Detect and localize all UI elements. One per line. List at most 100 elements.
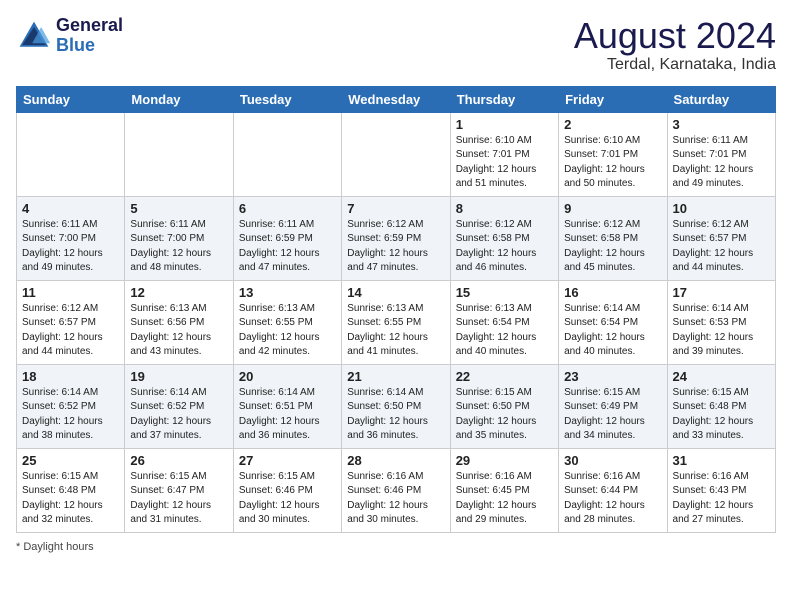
- calendar-cell: 26Sunrise: 6:15 AM Sunset: 6:47 PM Dayli…: [125, 448, 233, 532]
- day-number: 12: [130, 285, 227, 300]
- day-number: 2: [564, 117, 661, 132]
- calendar-cell: 11 Sunrise: 6:12 AM Sunset: 6:57 PM Dayli…: [17, 280, 125, 364]
- calendar-cell: 28 Sunrise: 6:16 AM Sunset: 6:46 PM Dayli…: [342, 448, 450, 532]
- day-number: 18: [22, 369, 119, 384]
- weekday-header: Saturday: [667, 86, 775, 112]
- day-number: 8: [456, 201, 553, 216]
- day-content: Sunrise: 6:14 AM Sunset: 6:52 PM Dayligh…: [130, 386, 227, 444]
- calendar-cell: [233, 112, 341, 196]
- day-content: Sunrise: 6:16 AM Sunset: 6:45 PM Dayligh…: [456, 470, 553, 528]
- calendar-cell: 27 Sunrise: 6:15 AM Sunset: 6:46 PM Dayli…: [233, 448, 341, 532]
- day-content: Sunrise: 6:14 AM Sunset: 6:53 PM Dayligh…: [673, 302, 770, 360]
- day-number: 13: [239, 285, 336, 300]
- day-content: Sunrise: 6:13 AM Sunset: 6:55 PM Dayligh…: [239, 302, 336, 360]
- day-number: 11: [22, 285, 119, 300]
- calendar-cell: 31Sunrise: 6:16 AM Sunset: 6:43 PM Dayli…: [667, 448, 775, 532]
- day-number: 24: [673, 369, 770, 384]
- day-number: 9: [564, 201, 661, 216]
- day-number: 7: [347, 201, 444, 216]
- logo-line1: General: [56, 16, 123, 36]
- day-number: 26: [130, 453, 227, 468]
- calendar-cell: 12Sunrise: 6:13 AM Sunset: 6:56 PM Dayli…: [125, 280, 233, 364]
- day-number: 4: [22, 201, 119, 216]
- day-content: Sunrise: 6:16 AM Sunset: 6:44 PM Dayligh…: [564, 470, 661, 528]
- weekday-header: Sunday: [17, 86, 125, 112]
- day-content: Sunrise: 6:15 AM Sunset: 6:50 PM Dayligh…: [456, 386, 553, 444]
- day-number: 31: [673, 453, 770, 468]
- calendar-cell: 16 Sunrise: 6:14 AM Sunset: 6:54 PM Dayli…: [559, 280, 667, 364]
- day-number: 14: [347, 285, 444, 300]
- day-number: 3: [673, 117, 770, 132]
- calendar-cell: 8 Sunrise: 6:12 AM Sunset: 6:58 PM Daylig…: [450, 196, 558, 280]
- weekday-header: Thursday: [450, 86, 558, 112]
- day-number: 5: [130, 201, 227, 216]
- title-block: August 2024 Terdal, Karnataka, India: [574, 16, 776, 74]
- day-content: Sunrise: 6:15 AM Sunset: 6:49 PM Dayligh…: [564, 386, 661, 444]
- day-content: Sunrise: 6:10 AM Sunset: 7:01 PM Dayligh…: [564, 134, 661, 192]
- day-content: Sunrise: 6:12 AM Sunset: 6:57 PM Dayligh…: [22, 302, 119, 360]
- day-content: Sunrise: 6:14 AM Sunset: 6:54 PM Dayligh…: [564, 302, 661, 360]
- calendar-cell: 19 Sunrise: 6:14 AM Sunset: 6:52 PM Dayli…: [125, 364, 233, 448]
- day-number: 28: [347, 453, 444, 468]
- day-number: 1: [456, 117, 553, 132]
- day-number: 16: [564, 285, 661, 300]
- day-content: Sunrise: 6:12 AM Sunset: 6:57 PM Dayligh…: [673, 218, 770, 276]
- calendar-cell: 4Sunrise: 6:11 AM Sunset: 7:00 PM Daylig…: [17, 196, 125, 280]
- day-number: 21: [347, 369, 444, 384]
- day-number: 10: [673, 201, 770, 216]
- calendar-cell: 5 Sunrise: 6:11 AM Sunset: 7:00 PM Daylig…: [125, 196, 233, 280]
- weekday-header: Wednesday: [342, 86, 450, 112]
- calendar-cell: [125, 112, 233, 196]
- calendar-cell: [17, 112, 125, 196]
- calendar-cell: 3Sunrise: 6:11 AM Sunset: 7:01 PM Daylig…: [667, 112, 775, 196]
- day-content: Sunrise: 6:10 AM Sunset: 7:01 PM Dayligh…: [456, 134, 553, 192]
- calendar-cell: 24 Sunrise: 6:15 AM Sunset: 6:48 PM Dayli…: [667, 364, 775, 448]
- day-content: Sunrise: 6:12 AM Sunset: 6:58 PM Dayligh…: [456, 218, 553, 276]
- calendar-cell: 2 Sunrise: 6:10 AM Sunset: 7:01 PM Daylig…: [559, 112, 667, 196]
- day-content: Sunrise: 6:13 AM Sunset: 6:54 PM Dayligh…: [456, 302, 553, 360]
- calendar-cell: 29 Sunrise: 6:16 AM Sunset: 6:45 PM Dayli…: [450, 448, 558, 532]
- day-content: Sunrise: 6:14 AM Sunset: 6:52 PM Dayligh…: [22, 386, 119, 444]
- logo-text: General Blue: [56, 16, 123, 56]
- day-content: Sunrise: 6:15 AM Sunset: 6:46 PM Dayligh…: [239, 470, 336, 528]
- day-number: 29: [456, 453, 553, 468]
- day-content: Sunrise: 6:13 AM Sunset: 6:55 PM Dayligh…: [347, 302, 444, 360]
- calendar-cell: 21 Sunrise: 6:14 AM Sunset: 6:50 PM Dayli…: [342, 364, 450, 448]
- calendar-cell: [342, 112, 450, 196]
- day-content: Sunrise: 6:12 AM Sunset: 6:58 PM Dayligh…: [564, 218, 661, 276]
- day-content: Sunrise: 6:11 AM Sunset: 7:00 PM Dayligh…: [130, 218, 227, 276]
- logo: General Blue: [16, 16, 123, 56]
- calendar-cell: 13 Sunrise: 6:13 AM Sunset: 6:55 PM Dayli…: [233, 280, 341, 364]
- day-number: 17: [673, 285, 770, 300]
- calendar-cell: 20Sunrise: 6:14 AM Sunset: 6:51 PM Dayli…: [233, 364, 341, 448]
- day-number: 25: [22, 453, 119, 468]
- location: Terdal, Karnataka, India: [574, 56, 776, 74]
- calendar-cell: 30 Sunrise: 6:16 AM Sunset: 6:44 PM Dayli…: [559, 448, 667, 532]
- day-content: Sunrise: 6:14 AM Sunset: 6:51 PM Dayligh…: [239, 386, 336, 444]
- calendar-cell: 6Sunrise: 6:11 AM Sunset: 6:59 PM Daylig…: [233, 196, 341, 280]
- day-number: 19: [130, 369, 227, 384]
- calendar-cell: 23Sunrise: 6:15 AM Sunset: 6:49 PM Dayli…: [559, 364, 667, 448]
- calendar-cell: 14 Sunrise: 6:13 AM Sunset: 6:55 PM Dayli…: [342, 280, 450, 364]
- day-content: Sunrise: 6:16 AM Sunset: 6:46 PM Dayligh…: [347, 470, 444, 528]
- day-number: 30: [564, 453, 661, 468]
- calendar-cell: 9 Sunrise: 6:12 AM Sunset: 6:58 PM Daylig…: [559, 196, 667, 280]
- day-content: Sunrise: 6:14 AM Sunset: 6:50 PM Dayligh…: [347, 386, 444, 444]
- weekday-header: Tuesday: [233, 86, 341, 112]
- day-content: Sunrise: 6:12 AM Sunset: 6:59 PM Dayligh…: [347, 218, 444, 276]
- calendar-cell: 1 Sunrise: 6:10 AM Sunset: 7:01 PM Daylig…: [450, 112, 558, 196]
- calendar-cell: 7 Sunrise: 6:12 AM Sunset: 6:59 PM Daylig…: [342, 196, 450, 280]
- logo-line2: Blue: [56, 35, 95, 55]
- day-number: 27: [239, 453, 336, 468]
- day-number: 15: [456, 285, 553, 300]
- calendar-cell: 25 Sunrise: 6:15 AM Sunset: 6:48 PM Dayli…: [17, 448, 125, 532]
- day-content: Sunrise: 6:15 AM Sunset: 6:48 PM Dayligh…: [673, 386, 770, 444]
- calendar-cell: 10 Sunrise: 6:12 AM Sunset: 6:57 PM Dayli…: [667, 196, 775, 280]
- month-title: August 2024: [574, 16, 776, 56]
- page-header: General Blue August 2024 Terdal, Karnata…: [16, 16, 776, 74]
- calendar-cell: 18 Sunrise: 6:14 AM Sunset: 6:52 PM Dayli…: [17, 364, 125, 448]
- day-content: Sunrise: 6:15 AM Sunset: 6:48 PM Dayligh…: [22, 470, 119, 528]
- calendar-cell: 15 Sunrise: 6:13 AM Sunset: 6:54 PM Dayli…: [450, 280, 558, 364]
- day-number: 22: [456, 369, 553, 384]
- calendar-cell: 17 Sunrise: 6:14 AM Sunset: 6:53 PM Dayli…: [667, 280, 775, 364]
